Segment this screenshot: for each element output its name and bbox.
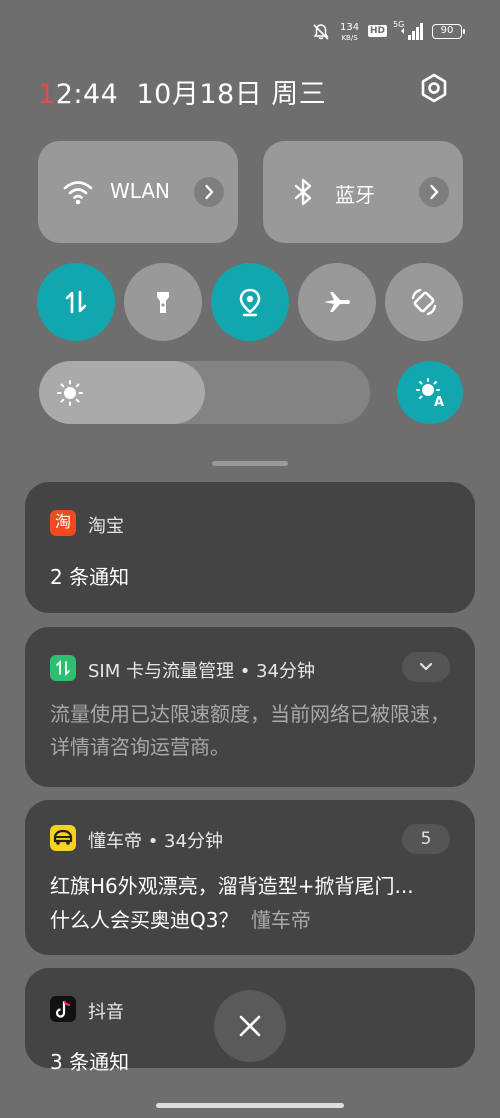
location-toggle[interactable] [211, 263, 289, 341]
net-speed-value: 134 [340, 22, 360, 33]
notification-subtitle-row: 什么人会买奥迪Q3？ 懂车帝 [50, 904, 311, 933]
signal-icon [401, 23, 423, 40]
notification-title: 2 条通知 [50, 565, 130, 589]
douyin-app-icon [50, 996, 76, 1022]
airplane-icon [324, 292, 350, 312]
notification-count-badge: 5 [402, 824, 450, 854]
bluetooth-icon [294, 178, 312, 206]
clock-first-digit: 1 [38, 79, 56, 110]
notification-app-name: 懂车帝 • 34分钟 [88, 831, 223, 852]
chevron-right-icon [430, 184, 439, 200]
notification-app-name: SIM 卡与流量管理 • 34分钟 [88, 661, 315, 682]
clock-date: 12:44 10月18日 周三 [38, 72, 326, 111]
svg-text:A: A [434, 395, 444, 408]
notification-dongchedi[interactable]: 懂车帝 • 34分钟 5 红旗H6外观漂亮，溜背造型+掀背尾门... 什么人会买… [25, 800, 475, 955]
flashlight-icon [157, 292, 169, 313]
bluetooth-expand-button[interactable] [419, 177, 449, 207]
wlan-expand-button[interactable] [194, 177, 224, 207]
notification-subtitle: 什么人会买奥迪Q3？ [50, 908, 239, 932]
wlan-label: WLAN [110, 179, 171, 203]
expand-button[interactable] [402, 652, 450, 682]
notification-app-name: 淘宝 [88, 516, 124, 537]
auto-rotate-icon [411, 288, 437, 316]
notification-taobao[interactable]: 淘 淘宝 2 条通知 [25, 482, 475, 613]
wlan-tile[interactable]: WLAN [38, 141, 238, 243]
music-note-icon [55, 1000, 71, 1018]
chevron-down-icon [419, 662, 433, 671]
gear-icon[interactable] [418, 72, 450, 104]
clock-time: 2:44 [55, 79, 119, 110]
notification-title: 红旗H6外观漂亮，溜背造型+掀背尾门... [50, 874, 414, 898]
net-speed-unit: KB/S [341, 34, 358, 42]
mobile-data-toggle[interactable] [37, 263, 115, 341]
home-indicator[interactable] [156, 1103, 344, 1108]
hd-icon: HD [368, 25, 388, 37]
auto-brightness-button[interactable]: A [397, 361, 463, 424]
mute-icon [313, 24, 329, 40]
auto-brightness-icon: A [416, 378, 444, 408]
net-speed: 134 KB/S [340, 23, 359, 43]
notification-app-name: 抖音 [88, 1002, 124, 1023]
brightness-slider[interactable] [39, 361, 370, 424]
notification-sim[interactable]: SIM 卡与流量管理 • 34分钟 流量使用已达限速额度，当前网络已被限速，详情… [25, 627, 475, 787]
notification-title: 3 条通知 [50, 1050, 130, 1074]
car-icon [53, 829, 73, 845]
taobao-app-icon: 淘 [50, 510, 76, 536]
wifi-icon [63, 181, 93, 205]
notification-source: 懂车帝 [250, 908, 311, 932]
bluetooth-tile[interactable]: 蓝牙 [263, 141, 463, 243]
location-icon [239, 288, 261, 317]
mobile-data-icon [65, 290, 87, 314]
dongchedi-app-icon [50, 825, 76, 851]
chevron-right-icon [205, 184, 214, 200]
close-icon [239, 1015, 261, 1037]
drag-handle[interactable] [212, 461, 288, 466]
battery-icon: 90 [432, 24, 465, 39]
sun-icon [57, 380, 83, 406]
clear-all-button[interactable] [214, 990, 286, 1062]
airplane-mode-toggle[interactable] [298, 263, 376, 341]
status-bar: 134 KB/S HD 5G 90 [0, 0, 500, 60]
bluetooth-label: 蓝牙 [335, 183, 375, 207]
notification-body: 流量使用已达限速额度，当前网络已被限速，详情请咨询运营商。 [50, 702, 450, 759]
data-arrows-icon [56, 659, 70, 677]
flashlight-toggle[interactable] [124, 263, 202, 341]
auto-rotate-toggle[interactable] [385, 263, 463, 341]
date-label: 10月18日 周三 [136, 79, 327, 110]
sim-data-app-icon [50, 655, 76, 681]
